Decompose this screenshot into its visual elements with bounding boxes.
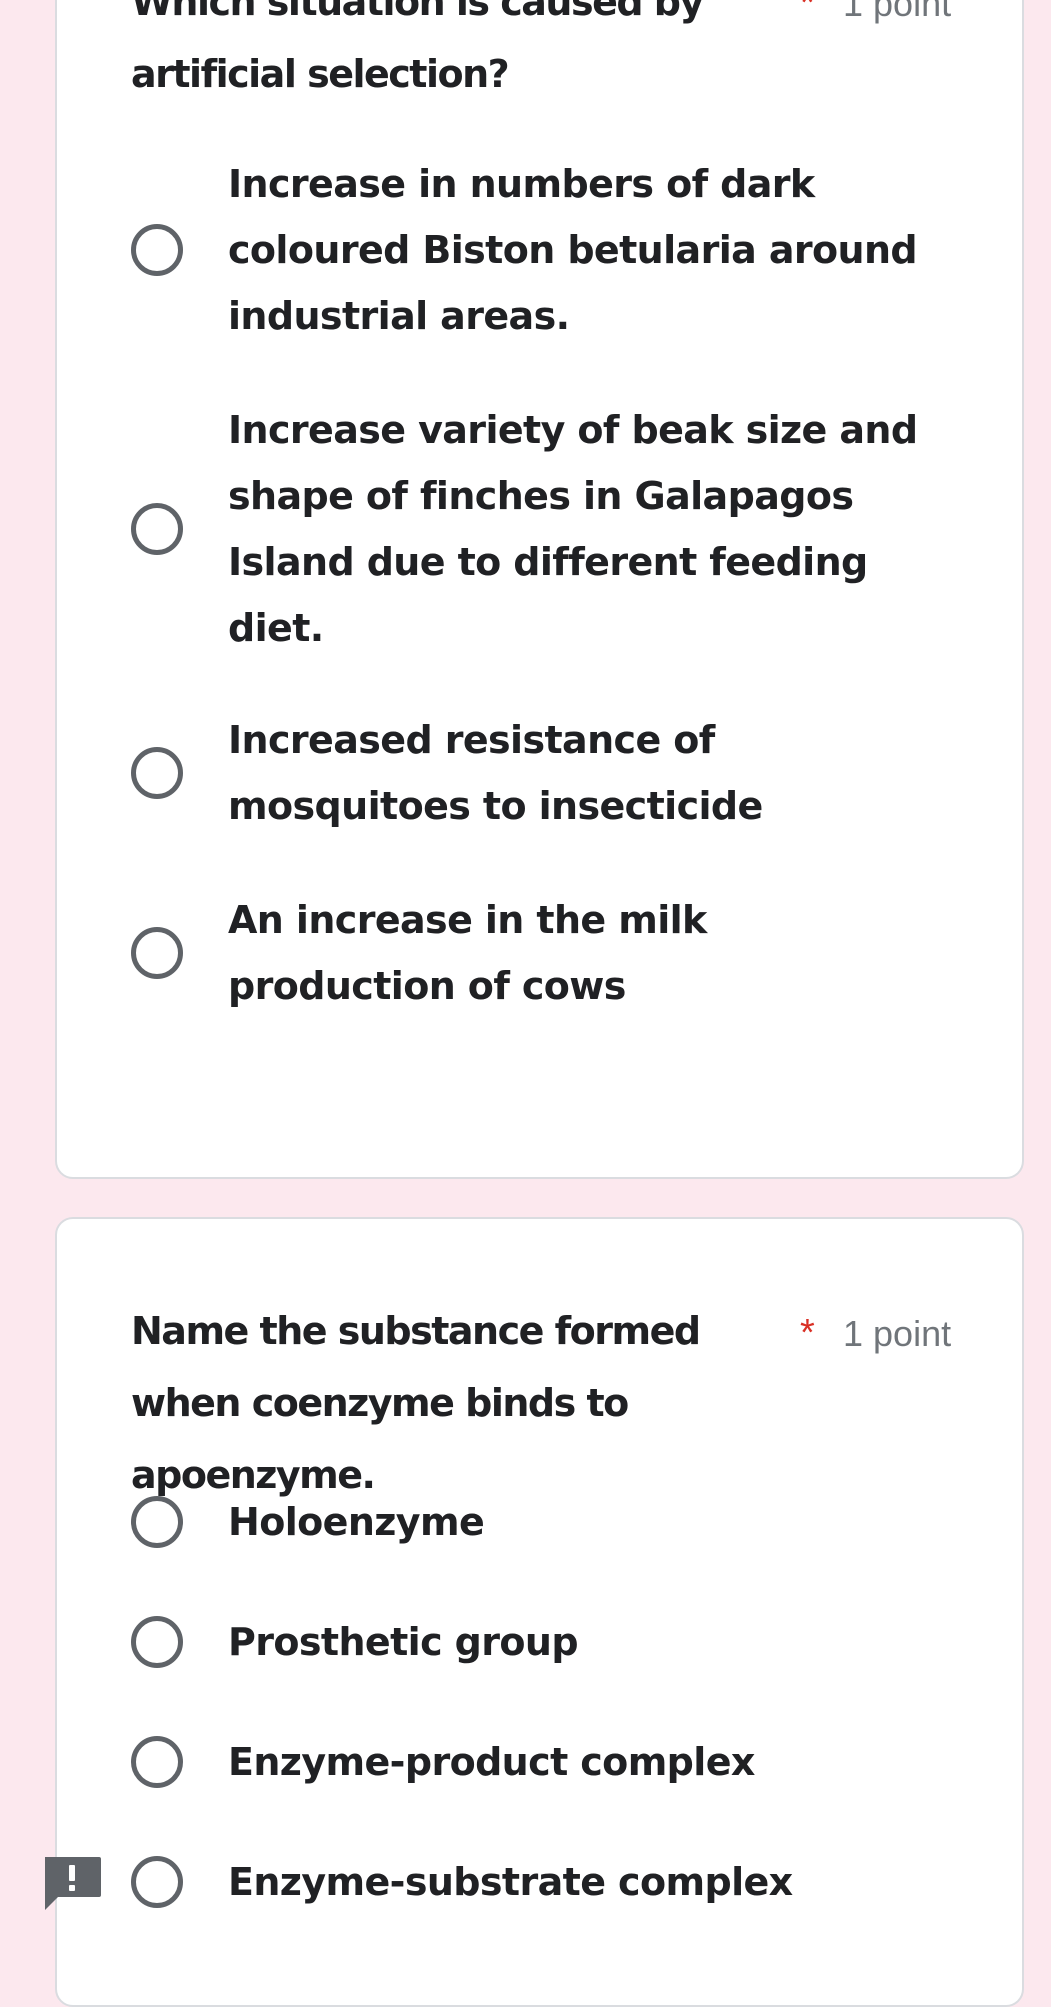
option-1[interactable]: Holoenzyme xyxy=(131,1489,991,1555)
radio-button[interactable] xyxy=(131,1736,183,1788)
radio-button[interactable] xyxy=(131,224,183,276)
option-3[interactable]: Enzyme-product complex xyxy=(131,1729,991,1795)
option-label: Prosthetic group xyxy=(228,1620,579,1664)
radio-button[interactable] xyxy=(131,927,183,979)
required-asterisk: * xyxy=(800,0,815,24)
radio-button[interactable] xyxy=(131,503,183,555)
radio-button[interactable] xyxy=(131,1856,183,1908)
question-title: Which situation is caused by artificial … xyxy=(131,0,704,96)
option-label: Increase variety of beak size and shape … xyxy=(228,408,918,650)
option-label: Enzyme-substrate complex xyxy=(228,1860,793,1904)
question-card-1: Which situation is caused by artificial … xyxy=(55,0,1024,1179)
option-3[interactable]: Increased resistance of mosquitoes to in… xyxy=(131,707,991,839)
option-4[interactable]: An increase in the milk production of co… xyxy=(131,887,991,1019)
option-label: Holoenzyme xyxy=(228,1500,485,1544)
option-2[interactable]: Prosthetic group xyxy=(131,1609,991,1675)
question-card-2: Name the substance formed when coenzyme … xyxy=(55,1217,1024,2007)
question-title: Name the substance formed when coenzyme … xyxy=(131,1309,701,1497)
option-label: Increased resistance of mosquitoes to in… xyxy=(228,718,763,828)
option-2[interactable]: Increase variety of beak size and shape … xyxy=(131,397,991,661)
radio-button[interactable] xyxy=(131,747,183,799)
radio-button[interactable] xyxy=(131,1616,183,1668)
points-label: 1 point xyxy=(843,1313,952,1354)
points-label: 1 point xyxy=(843,0,952,24)
option-label: Enzyme-product complex xyxy=(228,1740,755,1784)
option-1[interactable]: Increase in numbers of dark coloured Bis… xyxy=(131,151,991,349)
option-label: Increase in numbers of dark coloured Bis… xyxy=(228,162,918,338)
option-label: An increase in the milk production of co… xyxy=(228,898,707,1008)
radio-button[interactable] xyxy=(131,1496,183,1548)
required-asterisk: * xyxy=(800,1312,815,1354)
exclamation-report-icon[interactable] xyxy=(42,1855,102,1917)
option-4[interactable]: Enzyme-substrate complex xyxy=(131,1849,991,1915)
